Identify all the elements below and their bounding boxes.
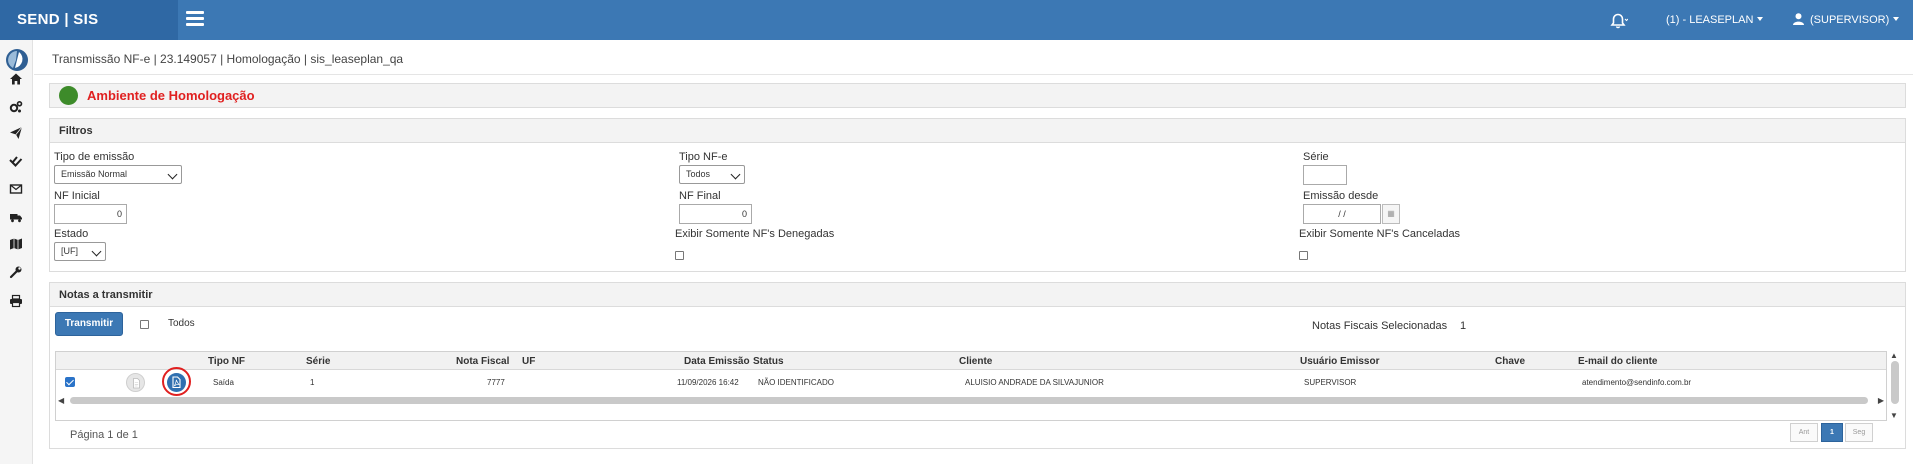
col-status[interactable]: Status (753, 356, 784, 367)
tipo-emissao-select[interactable]: Emissão Normal (54, 165, 182, 184)
cell-status: NÃO IDENTIFICADO (758, 378, 835, 387)
cell-serie: 1 (310, 378, 315, 387)
selected-count-label: Notas Fiscais Selecionadas (1312, 320, 1448, 332)
scroll-left-icon[interactable]: ◀ (58, 396, 64, 405)
col-data-emissao[interactable]: Data Emissão (684, 356, 750, 367)
truck-icon[interactable] (9, 210, 25, 226)
highlight-circle (162, 367, 191, 396)
horizontal-scrollbar[interactable]: ◀ ▶ (56, 396, 1886, 405)
paper-plane-icon[interactable] (9, 126, 25, 142)
brand-logo[interactable]: SEND | SIS (0, 0, 178, 40)
print-icon[interactable] (9, 294, 25, 310)
cell-email: atendimento@sendinfo.com.br (1582, 378, 1692, 387)
col-chave[interactable]: Chave (1495, 356, 1525, 367)
top-navbar: SEND | SIS (1) - LEASEPLAN (SUPERVISOR) (0, 0, 1913, 40)
tipo-nfe-value: Todos (686, 169, 711, 179)
selected-count-value: 1 (1460, 320, 1467, 332)
user-icon (1793, 13, 1804, 25)
chevron-down-icon (1893, 17, 1900, 21)
canceladas-checkbox[interactable] (1299, 251, 1308, 260)
tipo-emissao-label: Tipo de emissão (54, 151, 135, 163)
document-icon[interactable] (126, 373, 145, 392)
chevron-down-icon (730, 169, 741, 180)
notifications-bell-icon[interactable] (1608, 11, 1629, 31)
cell-nota-fiscal: 7777 (487, 378, 505, 387)
denegadas-label: Exibir Somente NF's Denegadas (675, 228, 835, 240)
scroll-up-icon[interactable]: ▲ (1890, 351, 1898, 360)
wrench-icon[interactable] (9, 265, 25, 281)
col-tipo-nf[interactable]: Tipo NF (208, 356, 245, 367)
notas-title: Notas a transmitir (50, 283, 1905, 307)
transmit-button[interactable]: Transmitir (55, 312, 123, 336)
map-icon[interactable] (9, 237, 25, 253)
vertical-scrollbar-thumb[interactable] (1891, 361, 1899, 404)
prev-page-button[interactable]: Ant (1790, 423, 1818, 442)
cell-data-emissao: 11/09/2026 16:42 (677, 378, 739, 387)
notas-panel: Notas a transmitir Transmitir Todos Nota… (49, 282, 1906, 449)
notas-grid: Tipo NF Série Nota Fiscal UF Data Emissã… (55, 351, 1887, 421)
check-double-icon[interactable] (9, 154, 25, 170)
chevron-down-icon (1757, 17, 1764, 21)
serie-label: Série (1303, 151, 1329, 163)
select-all-label: Todos (168, 318, 195, 329)
chevron-down-icon (91, 246, 102, 257)
chevron-down-icon (167, 169, 178, 180)
col-serie[interactable]: Série (306, 356, 330, 367)
col-nota-fiscal[interactable]: Nota Fiscal (456, 356, 509, 367)
emissao-desde-label: Emissão desde (1303, 190, 1379, 202)
nf-inicial-input[interactable]: 0 (54, 204, 127, 224)
sidebar (0, 40, 33, 464)
filters-title: Filtros (50, 119, 1905, 143)
user-dropdown[interactable]: (SUPERVISOR) (1793, 0, 1900, 40)
environment-title: Ambiente de Homologação (87, 88, 255, 103)
filters-panel: Filtros Tipo de emissão Emissão Normal T… (49, 118, 1906, 272)
tipo-nfe-select[interactable]: Todos (679, 165, 745, 184)
tipo-emissao-value: Emissão Normal (61, 169, 128, 179)
table-row[interactable]: Saída 1 7777 11/09/2026 16:42 NÃO IDENTI… (56, 367, 1886, 396)
page-1-button[interactable]: 1 (1821, 423, 1843, 442)
environment-status-indicator (59, 86, 78, 105)
page-info: Página 1 de 1 (70, 429, 138, 441)
tipo-nfe-label: Tipo NF-e (679, 151, 728, 163)
divider (34, 74, 1913, 75)
estado-label: Estado (54, 228, 89, 240)
grid-header: Tipo NF Série Nota Fiscal UF Data Emissã… (56, 352, 1886, 370)
user-label: (SUPERVISOR) (1810, 14, 1890, 26)
serie-input[interactable] (1303, 165, 1347, 185)
company-dropdown[interactable]: (1) - LEASEPLAN (1666, 0, 1764, 40)
select-all-checkbox[interactable] (140, 320, 149, 329)
col-cliente[interactable]: Cliente (959, 356, 992, 367)
estado-select[interactable]: [UF] (54, 242, 106, 261)
next-page-button[interactable]: Seg (1845, 423, 1873, 442)
row-checkbox[interactable] (65, 377, 75, 387)
scroll-right-icon[interactable]: ▶ (1878, 396, 1884, 405)
nf-final-label: NF Final (679, 190, 721, 202)
nf-final-input[interactable]: 0 (679, 204, 752, 224)
canceladas-label: Exibir Somente NF's Canceladas (1299, 228, 1461, 240)
horizontal-scrollbar-thumb[interactable] (70, 397, 1868, 404)
menu-toggle-icon[interactable] (186, 11, 204, 26)
home-icon[interactable] (9, 72, 25, 88)
scroll-down-icon[interactable]: ▼ (1890, 411, 1898, 420)
estado-value: [UF] (61, 246, 78, 256)
environment-banner: Ambiente de Homologação (49, 83, 1906, 108)
cell-tipo-nf: Saída (213, 378, 234, 387)
breadcrumb: Transmissão NF-e | 23.149057 | Homologaç… (52, 52, 404, 66)
denegadas-checkbox[interactable] (675, 251, 684, 260)
col-email[interactable]: E-mail do cliente (1578, 356, 1657, 367)
cell-cliente: ALUISIO ANDRADE DA SILVAJUNIOR (965, 378, 1104, 387)
cogs-icon[interactable] (9, 100, 25, 116)
nf-inicial-label: NF Inicial (54, 190, 100, 202)
envelope-icon[interactable] (9, 182, 25, 198)
col-usuario-emissor[interactable]: Usuário Emissor (1300, 356, 1379, 367)
calendar-icon[interactable]: ▦ (1382, 204, 1400, 224)
col-uf[interactable]: UF (522, 356, 535, 367)
emissao-desde-input[interactable]: / / (1303, 204, 1381, 224)
cell-usuario-emissor: SUPERVISOR (1304, 378, 1357, 387)
sendsis-logo-icon[interactable] (5, 48, 29, 72)
company-label: (1) - LEASEPLAN (1666, 14, 1754, 26)
